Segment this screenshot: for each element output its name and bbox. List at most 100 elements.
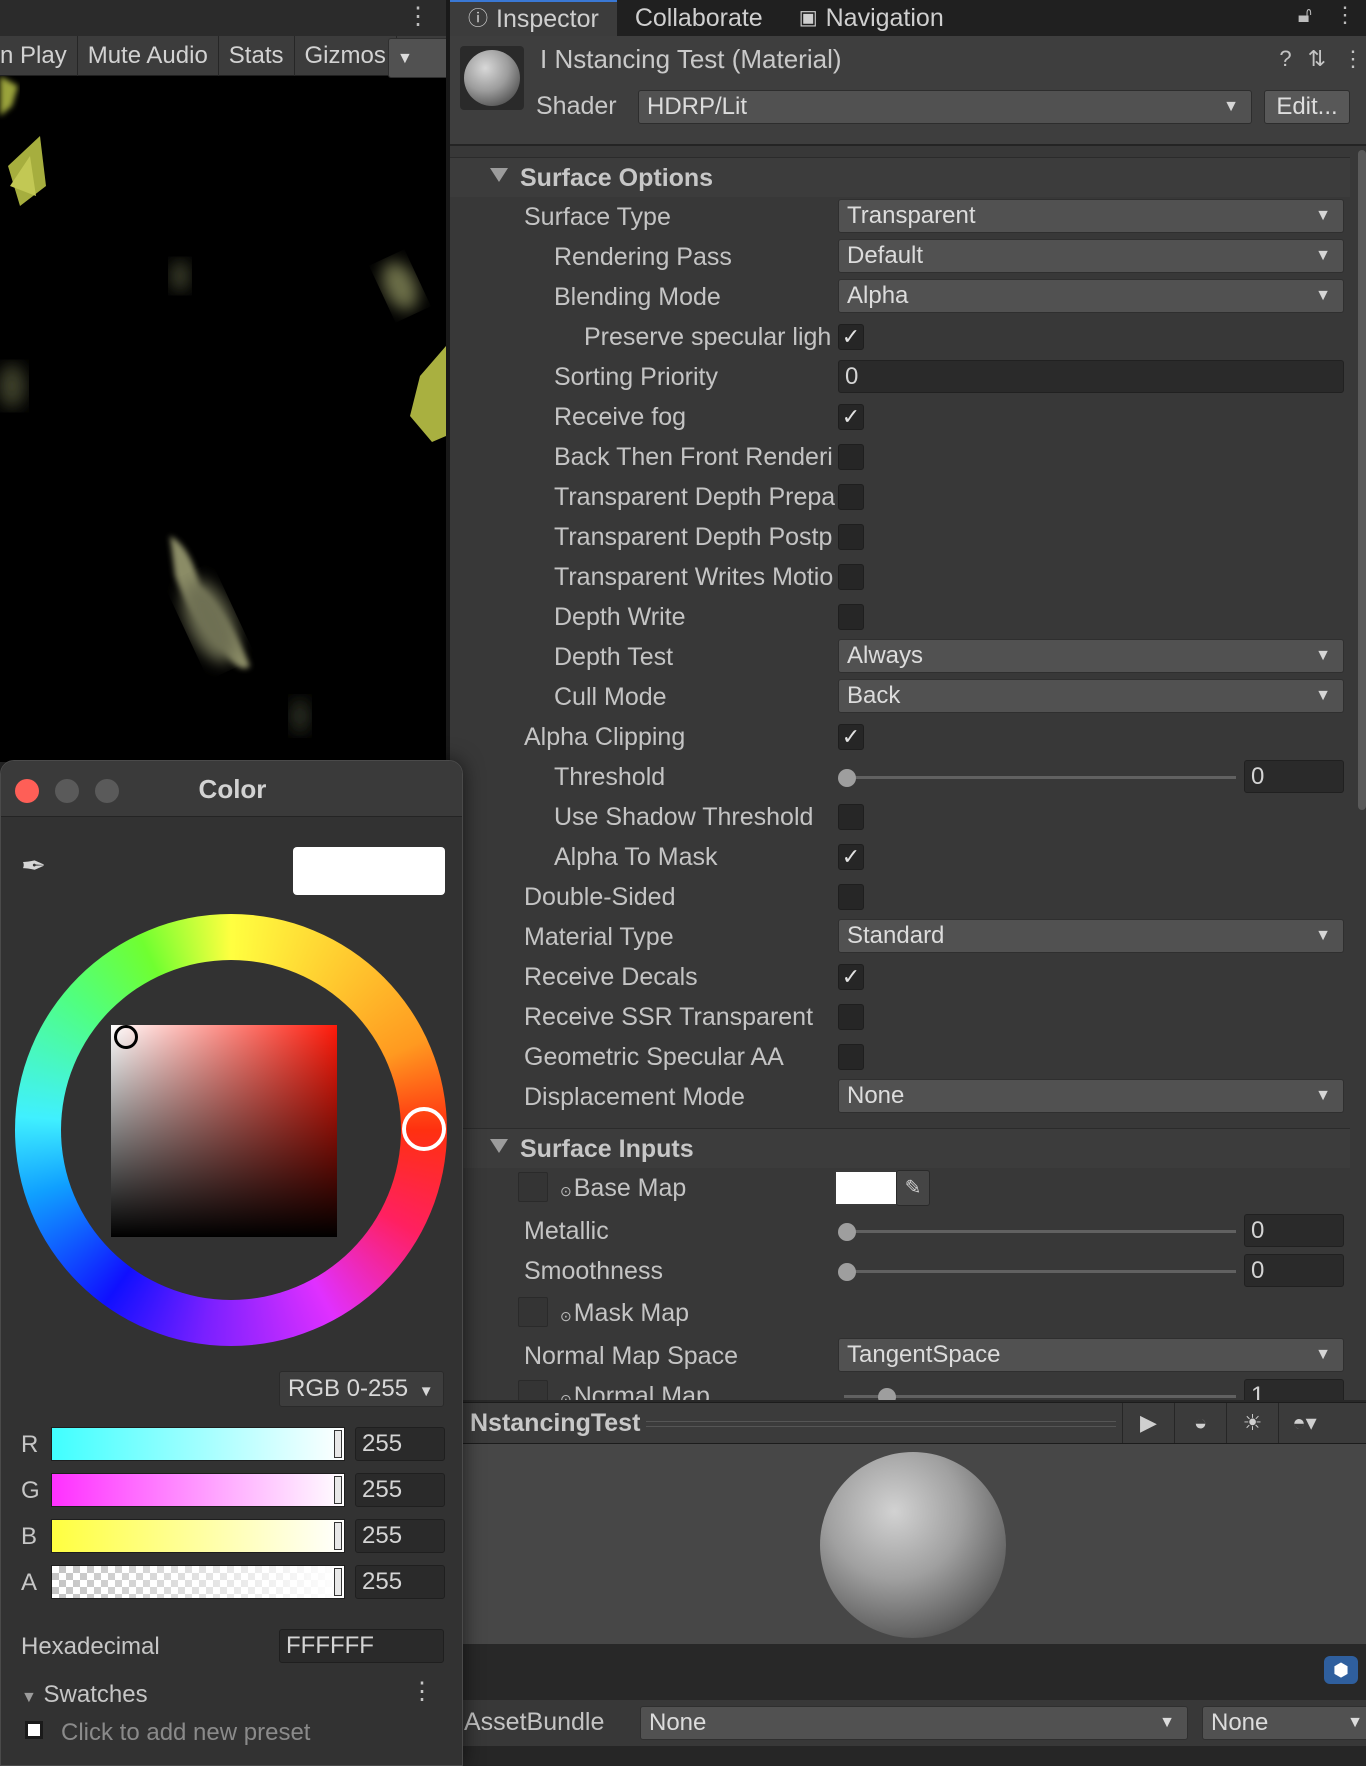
mute-audio-button[interactable]: Mute Audio <box>78 35 219 76</box>
surface-options-foldout[interactable]: Surface Options <box>450 157 1350 197</box>
slider-handle[interactable] <box>334 1568 342 1596</box>
rendering-pass-dropdown[interactable]: Default ▼ <box>838 239 1344 273</box>
normal-map-label: ⊙Normal Map <box>560 1382 710 1400</box>
slider-knob[interactable] <box>838 1223 856 1241</box>
displacement-mode-value: None <box>847 1082 905 1109</box>
alpha-clipping-checkbox[interactable]: ✓ <box>838 724 864 750</box>
swatches-label: Swatches <box>43 1681 148 1708</box>
normal-map-space-dropdown[interactable]: TangentSpace ▼ <box>838 1338 1344 1372</box>
play-icon[interactable]: ▶ <box>1122 1403 1174 1443</box>
game-view-menu-icon[interactable]: ⋮ <box>406 2 430 31</box>
cull-mode-dropdown[interactable]: Back ▼ <box>838 679 1344 713</box>
depth-write-checkbox[interactable] <box>838 604 864 630</box>
slider-handle[interactable] <box>334 1430 342 1458</box>
threshold-slider[interactable]: 0 <box>838 759 1344 795</box>
asset-bundle-name-dropdown[interactable]: None ▼ <box>640 1706 1188 1740</box>
channel-g-field[interactable]: 255 <box>355 1473 445 1507</box>
surface-inputs-foldout[interactable]: Surface Inputs <box>450 1128 1350 1168</box>
smoothness-value-field[interactable]: 0 <box>1244 1254 1344 1287</box>
alpha-to-mask-checkbox[interactable]: ✓ <box>838 844 864 870</box>
threshold-value-field[interactable]: 0 <box>1244 760 1344 793</box>
component-menu-icon[interactable]: ⋮ <box>1342 46 1364 72</box>
material-type-dropdown[interactable]: Standard ▼ <box>838 919 1344 953</box>
use-shadow-threshold-checkbox[interactable] <box>838 804 864 830</box>
asset-bundle-variant-dropdown[interactable]: None ▼ <box>1202 1706 1366 1740</box>
preview-mesh-icon[interactable]: ◒ <box>1174 1403 1226 1443</box>
tab-inspector[interactable]: ⓘ Inspector <box>450 0 617 36</box>
saturation-value-cursor[interactable] <box>114 1025 138 1049</box>
channel-b-field[interactable]: 255 <box>355 1519 445 1553</box>
surface-type-dropdown[interactable]: Transparent ▼ <box>838 199 1344 233</box>
slider-handle[interactable] <box>334 1476 342 1504</box>
metallic-slider[interactable]: 0 <box>838 1213 1344 1249</box>
rendering-pass-value: Default <box>847 242 924 269</box>
preview-background-icon[interactable]: ◓▾ <box>1278 1403 1330 1443</box>
channel-r-field[interactable]: 255 <box>355 1427 445 1461</box>
gizmos-button[interactable]: Gizmos <box>295 35 397 76</box>
channel-g-slider[interactable] <box>51 1473 345 1507</box>
tabbar-menu-icon[interactable]: ⋮ <box>1334 2 1356 28</box>
eyedropper-icon[interactable]: ✎ <box>896 1170 930 1206</box>
normal-map-texture-slot[interactable] <box>518 1380 548 1400</box>
receive-decals-checkbox[interactable]: ✓ <box>838 964 864 990</box>
saturation-value-square[interactable] <box>111 1025 337 1237</box>
transparent-depth-prepa-checkbox[interactable] <box>838 484 864 510</box>
maximize-on-play-button[interactable]: n Play <box>0 35 78 76</box>
receive-ssr-transparent-checkbox[interactable] <box>838 1004 864 1030</box>
slider-knob[interactable] <box>838 1263 856 1281</box>
receive-fog-checkbox[interactable]: ✓ <box>838 404 864 430</box>
swatches-foldout[interactable]: ▼ Swatches <box>21 1681 148 1709</box>
color-picker-titlebar[interactable]: Color <box>1 761 462 817</box>
transparent-depth-postp-label: Transparent Depth Postp <box>554 523 833 551</box>
slider-handle[interactable] <box>334 1522 342 1550</box>
normal-map-strength-field[interactable]: 1 <box>1244 1379 1344 1400</box>
transparent-writes-motio-checkbox[interactable] <box>838 564 864 590</box>
presets-icon[interactable]: ⇅ <box>1308 46 1326 72</box>
add-preset-swatch[interactable] <box>25 1721 43 1739</box>
preview-light-icon[interactable]: ☀ <box>1226 1403 1278 1443</box>
mask-map-texture-slot[interactable] <box>518 1297 548 1327</box>
material-preview-area[interactable] <box>450 1444 1366 1644</box>
blending-mode-dropdown[interactable]: Alpha ▼ <box>838 279 1344 313</box>
shader-dropdown[interactable]: HDRP/Lit ▼ <box>638 90 1252 124</box>
tab-collaborate[interactable]: Collaborate <box>617 0 781 36</box>
transparent-depth-postp-checkbox[interactable] <box>838 524 864 550</box>
smoothness-slider[interactable]: 0 <box>838 1253 1344 1289</box>
game-render-canvas[interactable] <box>0 76 446 762</box>
depth-test-label: Depth Test <box>554 643 674 671</box>
slider-knob[interactable] <box>878 1388 896 1400</box>
metallic-value-field[interactable]: 0 <box>1244 1214 1344 1247</box>
inspector-scrollbar[interactable] <box>1358 150 1366 810</box>
stats-button[interactable]: Stats <box>219 35 295 76</box>
normal-map-strength-slider[interactable]: 1 <box>838 1378 1344 1400</box>
displacement-mode-dropdown[interactable]: None ▼ <box>838 1079 1344 1113</box>
depth-test-dropdown[interactable]: Always ▼ <box>838 639 1344 673</box>
tab-navigation[interactable]: ▣ Navigation <box>781 0 962 36</box>
base-map-texture-slot[interactable] <box>518 1172 548 1202</box>
preview-resize-grip[interactable] <box>646 1421 1116 1427</box>
channel-b-slider[interactable] <box>51 1519 345 1553</box>
dropdown-arrow-icon: ▼ <box>1315 687 1331 704</box>
lock-icon[interactable]: 🔓︎ <box>1298 2 1312 28</box>
hue-cursor[interactable] <box>402 1107 446 1151</box>
color-mode-dropdown[interactable]: RGB 0-255 ▼ <box>279 1371 444 1407</box>
back-then-front-renderi-checkbox[interactable] <box>838 444 864 470</box>
edit-shader-button[interactable]: Edit... <box>1264 90 1350 124</box>
preserve-specular-ligh-checkbox[interactable]: ✓ <box>838 324 864 350</box>
channel-name: R <box>21 1431 39 1458</box>
geometric-specular-aa-checkbox[interactable] <box>838 1044 864 1070</box>
channel-a-slider[interactable] <box>51 1565 345 1599</box>
base-color-swatch[interactable] <box>834 1170 898 1206</box>
channel-a-row: A 255 <box>1 1563 462 1603</box>
eyedropper-icon[interactable]: ✒ <box>21 849 46 884</box>
hexadecimal-field[interactable]: FFFFFF <box>279 1629 444 1663</box>
channel-r-slider[interactable] <box>51 1427 345 1461</box>
channel-a-field[interactable]: 255 <box>355 1565 445 1599</box>
asset-label-icon[interactable]: ⬢ <box>1324 1656 1358 1684</box>
help-icon[interactable]: ? <box>1279 46 1291 72</box>
double-sided-checkbox[interactable] <box>838 884 864 910</box>
swatches-menu-icon[interactable]: ⋮ <box>410 1677 434 1706</box>
sorting-priority-field[interactable]: 0 <box>838 360 1344 393</box>
tab-navigation-label: Navigation <box>825 4 944 32</box>
slider-knob[interactable] <box>838 769 856 787</box>
